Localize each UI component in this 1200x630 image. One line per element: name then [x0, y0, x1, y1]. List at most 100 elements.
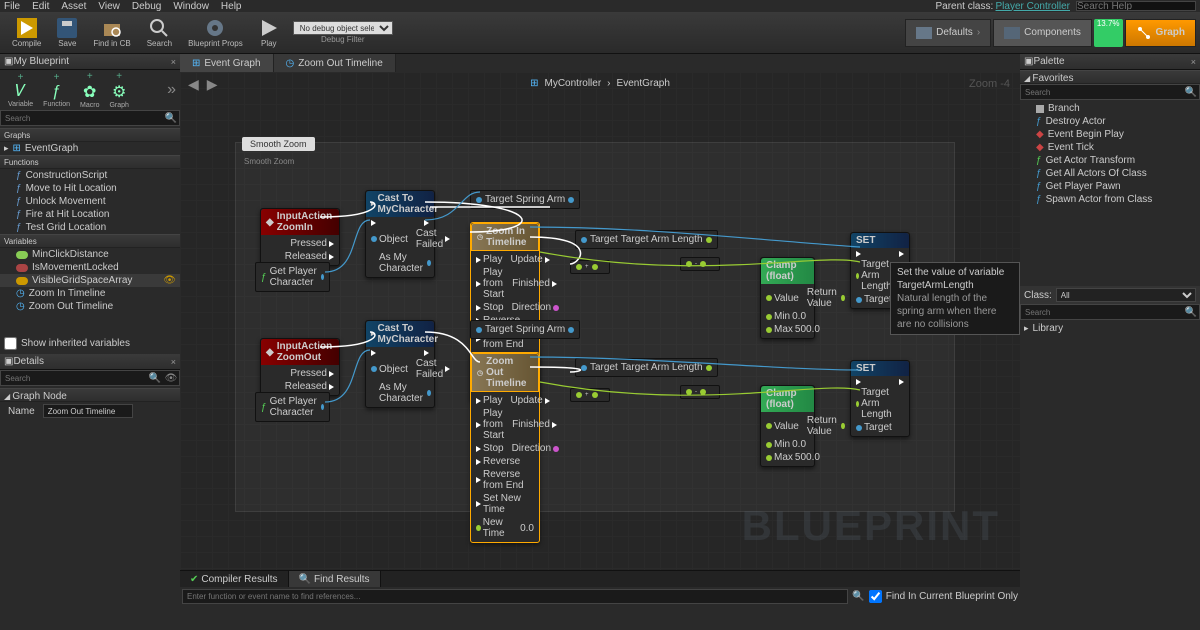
- tree-func-move[interactable]: ƒ Move to Hit Location: [0, 182, 180, 195]
- fav-beginplay[interactable]: ◆Event Begin Play: [1020, 128, 1200, 141]
- node-inputaction-zoomout[interactable]: ◆InputAction ZoomOut Pressed Released: [260, 338, 340, 396]
- fav-allactors[interactable]: ƒGet All Actors Of Class: [1020, 167, 1200, 180]
- breadcrumb: ⊞ MyController › EventGraph: [530, 78, 670, 89]
- search-icon[interactable]: 🔍: [1183, 305, 1199, 319]
- help-search-input[interactable]: [1076, 1, 1196, 11]
- tree-timeline-out[interactable]: ◷ Zoom Out Timeline: [0, 300, 180, 313]
- eye-icon[interactable]: 👁: [163, 371, 179, 385]
- node-getplayer-1[interactable]: ƒGet Player Character: [255, 262, 330, 292]
- search-icon[interactable]: 🔍: [852, 591, 864, 602]
- node-clamp-1[interactable]: Clamp (float) ValueReturn Value Min 0.0 …: [760, 257, 815, 339]
- tree-var-gridarray[interactable]: VisibleGridSpaceArray 👁: [0, 274, 180, 287]
- save-button[interactable]: Save: [49, 16, 85, 50]
- close-icon[interactable]: ×: [171, 57, 176, 67]
- node-targetarm-get-2[interactable]: Target Target Arm Length: [575, 358, 718, 377]
- tree-func-fire[interactable]: ƒ Fire at Hit Location: [0, 208, 180, 221]
- show-inherited-checkbox[interactable]: Show inherited variables: [0, 333, 180, 354]
- node-springarm-2[interactable]: Target Spring Arm: [470, 320, 580, 339]
- node-add-1[interactable]: +: [570, 260, 610, 274]
- node-inputaction-zoomin[interactable]: ◆InputAction ZoomIn Pressed Released: [260, 208, 340, 266]
- add-graph-button[interactable]: +⚙Graph: [105, 71, 132, 109]
- node-springarm-1[interactable]: Target Spring Arm: [470, 190, 580, 209]
- tree-var-locked[interactable]: IsMovementLocked: [0, 261, 180, 274]
- menu-asset[interactable]: Asset: [61, 1, 86, 12]
- menu-window[interactable]: Window: [173, 1, 209, 12]
- comment-title[interactable]: Smooth Zoom: [242, 137, 315, 151]
- tab-compiler-results[interactable]: ✔Compiler Results: [180, 571, 289, 587]
- graph-canvas[interactable]: ◀ ▶ ⊞ MyController › EventGraph Zoom -4 …: [180, 72, 1020, 570]
- node-targetarm-get-1[interactable]: Target Target Arm Length: [575, 230, 718, 249]
- tab-zoomout-timeline[interactable]: ◷Zoom Out Timeline: [274, 54, 396, 72]
- toolbar: Compile Save Find in CB Search Blueprint…: [0, 12, 1200, 54]
- play-icon: [259, 18, 279, 38]
- play-button[interactable]: Play: [251, 16, 287, 50]
- tree-func-construction[interactable]: ƒ ConstructionScript: [0, 169, 180, 182]
- debug-object-select[interactable]: No debug object selected: [293, 21, 393, 35]
- node-set-2[interactable]: SET Target Arm Length Target: [850, 360, 910, 437]
- search-icon[interactable]: 🔍: [1183, 85, 1199, 99]
- node-timeline-zoomout[interactable]: ◷ Zoom Out Timeline PlayUpdate Play from…: [470, 352, 540, 543]
- event-icon: ◆: [266, 217, 274, 228]
- search-icon[interactable]: 🔍: [163, 111, 179, 125]
- search-icon[interactable]: 🔍: [147, 371, 163, 385]
- name-input[interactable]: [43, 404, 133, 418]
- node-cast-2[interactable]: ▸ Cast To MyCharacter ObjectCast Failed …: [365, 320, 435, 408]
- find-input[interactable]: [182, 589, 848, 604]
- graph-tab[interactable]: Graph: [1125, 19, 1196, 47]
- fav-tick[interactable]: ◆Event Tick: [1020, 141, 1200, 154]
- eye-icon[interactable]: 👁: [163, 275, 176, 286]
- tree-eventgraph[interactable]: ▸ ⊞ EventGraph: [0, 142, 180, 155]
- library-root[interactable]: ▸ Library: [1020, 322, 1200, 335]
- close-icon[interactable]: ×: [171, 357, 176, 367]
- fav-spawn[interactable]: ƒSpawn Actor from Class: [1020, 193, 1200, 206]
- search-button[interactable]: Search: [139, 16, 180, 50]
- check-icon: ✔: [190, 574, 198, 585]
- tree-timeline-in[interactable]: ◷ Zoom In Timeline: [0, 287, 180, 300]
- compile-button[interactable]: Compile: [4, 16, 49, 50]
- fav-transform[interactable]: ƒGet Actor Transform: [1020, 154, 1200, 167]
- palette-search-input[interactable]: [1021, 85, 1183, 99]
- tab-find-results[interactable]: 🔍Find Results: [289, 571, 381, 587]
- menu-help[interactable]: Help: [221, 1, 242, 12]
- parent-class-link[interactable]: Player Controller: [996, 1, 1070, 12]
- nav-back-button[interactable]: ◀: [188, 76, 199, 93]
- menu-debug[interactable]: Debug: [132, 1, 161, 12]
- menu-view[interactable]: View: [98, 1, 120, 12]
- parent-class-label: Parent class: Player Controller: [935, 1, 1070, 12]
- fav-branch[interactable]: Branch: [1020, 102, 1200, 115]
- defaults-icon: [916, 25, 932, 41]
- tree-var-minclick[interactable]: MinClickDistance: [0, 248, 180, 261]
- find-current-checkbox[interactable]: [869, 590, 882, 603]
- node-getplayer-2[interactable]: ƒGet Player Character: [255, 392, 330, 422]
- bp-props-button[interactable]: Blueprint Props: [180, 16, 251, 50]
- details-search-input[interactable]: [1, 371, 147, 385]
- library-search-input[interactable]: [1021, 305, 1183, 319]
- panel-icon: ▣: [4, 356, 13, 367]
- my-blueprint-search-input[interactable]: [1, 111, 163, 125]
- tree-func-unlock[interactable]: ƒ Unlock Movement: [0, 195, 180, 208]
- tree-func-test[interactable]: ƒ Test Grid Location: [0, 221, 180, 234]
- components-tab[interactable]: Components: [993, 19, 1092, 47]
- fav-playerpawn[interactable]: ƒGet Player Pawn: [1020, 180, 1200, 193]
- node-cast-1[interactable]: ▸ Cast To MyCharacter ObjectCast Failed …: [365, 190, 435, 278]
- add-variable-button[interactable]: +𝑉Variable: [4, 72, 37, 108]
- node-sub-1[interactable]: -: [680, 257, 720, 271]
- add-function-button[interactable]: +ƒFunction: [39, 72, 74, 108]
- breadcrumb-controller[interactable]: MyController: [544, 78, 601, 89]
- node-clamp-2[interactable]: Clamp (float) ValueReturn Value Min 0.0 …: [760, 385, 815, 467]
- tab-eventgraph[interactable]: ⊞Event Graph: [180, 54, 274, 72]
- nav-forward-button[interactable]: ▶: [207, 76, 218, 93]
- fav-destroy[interactable]: ƒDestroy Actor: [1020, 115, 1200, 128]
- node-add-2[interactable]: +: [570, 388, 610, 402]
- close-icon[interactable]: ×: [1191, 57, 1196, 67]
- add-macro-button[interactable]: +✿Macro: [76, 71, 103, 109]
- class-select[interactable]: All: [1056, 288, 1196, 302]
- chevrons-right-icon[interactable]: »: [167, 81, 176, 99]
- find-cb-button[interactable]: Find in CB: [85, 16, 138, 50]
- comment-box[interactable]: Smooth Zoom Smooth Zoom: [235, 142, 955, 512]
- menu-file[interactable]: File: [4, 1, 20, 12]
- menu-edit[interactable]: Edit: [32, 1, 49, 12]
- node-sub-2[interactable]: -: [680, 385, 720, 399]
- zoom-level: Zoom -4: [969, 78, 1010, 90]
- defaults-tab[interactable]: Defaults ›: [905, 19, 991, 47]
